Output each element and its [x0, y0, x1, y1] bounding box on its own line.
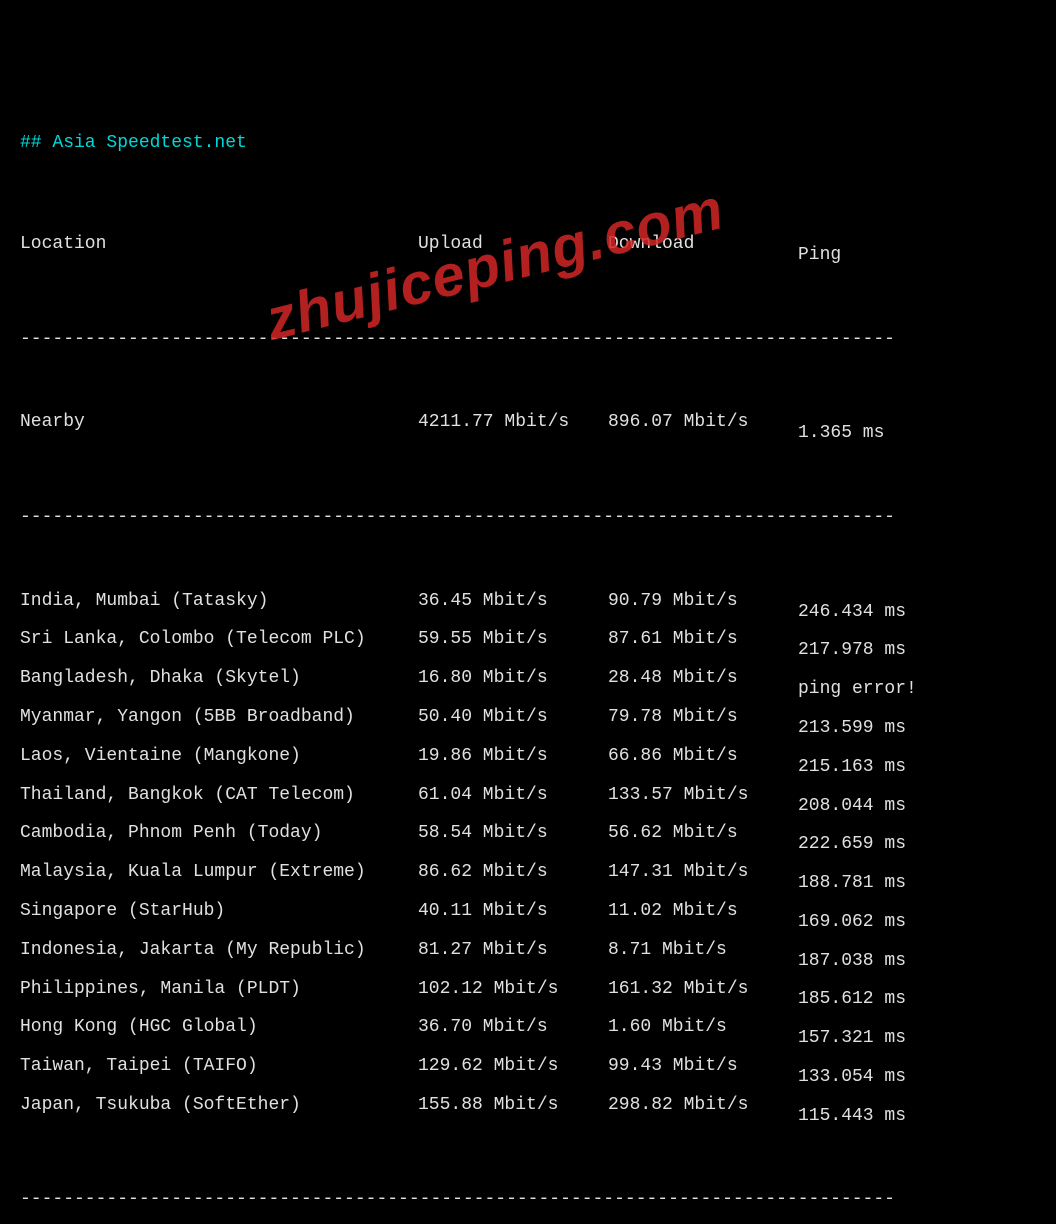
table-row: Philippines, Manila (PLDT)102.12 Mbit/s1…: [20, 976, 1036, 1015]
table-row: Cambodia, Phnom Penh (Today)58.54 Mbit/s…: [20, 820, 1036, 859]
cell-ping: 217.978 ms: [798, 637, 906, 665]
cell-upload: 86.62 Mbit/s: [418, 859, 608, 887]
table-row: India, Mumbai (Tatasky)36.45 Mbit/s90.79…: [20, 588, 1036, 627]
cell-download: 56.62 Mbit/s: [608, 820, 798, 848]
header-download: Download: [608, 231, 798, 259]
cell-ping: 213.599 ms: [798, 715, 906, 743]
cell-download: 66.86 Mbit/s: [608, 743, 798, 771]
divider-line: ----------------------------------------…: [20, 326, 1036, 354]
cell-location: Thailand, Bangkok (CAT Telecom): [20, 782, 418, 810]
cell-download: 11.02 Mbit/s: [608, 898, 798, 926]
cell-location: Japan, Tsukuba (SoftEther): [20, 1092, 418, 1120]
table-row: Laos, Vientaine (Mangkone)19.86 Mbit/s66…: [20, 743, 1036, 782]
table-row: Indonesia, Jakarta (My Republic)81.27 Mb…: [20, 937, 1036, 976]
cell-ping: 133.054 ms: [798, 1064, 906, 1092]
cell-ping: 222.659 ms: [798, 831, 906, 859]
cell-location: Taiwan, Taipei (TAIFO): [20, 1053, 418, 1081]
header-ping: Ping: [798, 242, 841, 270]
cell-upload: 81.27 Mbit/s: [418, 937, 608, 965]
divider-line: ----------------------------------------…: [20, 1186, 1036, 1214]
table-row: Singapore (StarHub)40.11 Mbit/s11.02 Mbi…: [20, 898, 1036, 937]
nearby-download: 896.07 Mbit/s: [608, 409, 798, 437]
cell-download: 90.79 Mbit/s: [608, 588, 798, 616]
cell-location: Singapore (StarHub): [20, 898, 418, 926]
table-row: Thailand, Bangkok (CAT Telecom)61.04 Mbi…: [20, 782, 1036, 821]
section-title: ## Asia Speedtest.net: [20, 130, 1036, 158]
table-row: Taiwan, Taipei (TAIFO)129.62 Mbit/s99.43…: [20, 1053, 1036, 1092]
cell-location: Malaysia, Kuala Lumpur (Extreme): [20, 859, 418, 887]
cell-ping: 187.038 ms: [798, 948, 906, 976]
cell-location: Laos, Vientaine (Mangkone): [20, 743, 418, 771]
cell-ping: 169.062 ms: [798, 909, 906, 937]
cell-ping: 157.321 ms: [798, 1025, 906, 1053]
table-row: Malaysia, Kuala Lumpur (Extreme)86.62 Mb…: [20, 859, 1036, 898]
cell-location: Sri Lanka, Colombo (Telecom PLC): [20, 626, 418, 654]
cell-location: Cambodia, Phnom Penh (Today): [20, 820, 418, 848]
cell-upload: 61.04 Mbit/s: [418, 782, 608, 810]
nearby-row: Nearby4211.77 Mbit/s896.07 Mbit/s1.365 m…: [20, 409, 1036, 448]
table-row: Hong Kong (HGC Global)36.70 Mbit/s1.60 M…: [20, 1014, 1036, 1053]
cell-download: 99.43 Mbit/s: [608, 1053, 798, 1081]
nearby-location: Nearby: [20, 409, 418, 437]
cell-upload: 40.11 Mbit/s: [418, 898, 608, 926]
cell-upload: 16.80 Mbit/s: [418, 665, 608, 693]
cell-location: Hong Kong (HGC Global): [20, 1014, 418, 1042]
nearby-ping: 1.365 ms: [798, 420, 884, 448]
cell-ping: 185.612 ms: [798, 986, 906, 1014]
cell-download: 133.57 Mbit/s: [608, 782, 798, 810]
cell-ping: 215.163 ms: [798, 754, 906, 782]
nearby-upload: 4211.77 Mbit/s: [418, 409, 608, 437]
table-row: Bangladesh, Dhaka (Skytel)16.80 Mbit/s28…: [20, 665, 1036, 704]
results-list: India, Mumbai (Tatasky)36.45 Mbit/s90.79…: [20, 588, 1036, 1131]
divider-line: ----------------------------------------…: [20, 504, 1036, 532]
header-upload: Upload: [418, 231, 608, 259]
table-header-row: LocationUploadDownloadPing: [20, 231, 1036, 270]
cell-download: 87.61 Mbit/s: [608, 626, 798, 654]
cell-download: 161.32 Mbit/s: [608, 976, 798, 1004]
cell-upload: 102.12 Mbit/s: [418, 976, 608, 1004]
cell-upload: 155.88 Mbit/s: [418, 1092, 608, 1120]
cell-ping: 115.443 ms: [798, 1103, 906, 1131]
cell-download: 147.31 Mbit/s: [608, 859, 798, 887]
header-location: Location: [20, 231, 418, 259]
cell-location: Philippines, Manila (PLDT): [20, 976, 418, 1004]
cell-upload: 129.62 Mbit/s: [418, 1053, 608, 1081]
cell-upload: 58.54 Mbit/s: [418, 820, 608, 848]
cell-ping: 208.044 ms: [798, 793, 906, 821]
cell-ping: 246.434 ms: [798, 599, 906, 627]
cell-upload: 36.70 Mbit/s: [418, 1014, 608, 1042]
cell-download: 8.71 Mbit/s: [608, 937, 798, 965]
table-row: Japan, Tsukuba (SoftEther)155.88 Mbit/s2…: [20, 1092, 1036, 1131]
table-row: Sri Lanka, Colombo (Telecom PLC)59.55 Mb…: [20, 626, 1036, 665]
cell-ping: ping error!: [798, 676, 917, 704]
cell-download: 1.60 Mbit/s: [608, 1014, 798, 1042]
cell-download: 298.82 Mbit/s: [608, 1092, 798, 1120]
cell-location: Bangladesh, Dhaka (Skytel): [20, 665, 418, 693]
cell-download: 28.48 Mbit/s: [608, 665, 798, 693]
cell-location: Indonesia, Jakarta (My Republic): [20, 937, 418, 965]
cell-upload: 19.86 Mbit/s: [418, 743, 608, 771]
cell-location: India, Mumbai (Tatasky): [20, 588, 418, 616]
cell-location: Myanmar, Yangon (5BB Broadband): [20, 704, 418, 732]
cell-download: 79.78 Mbit/s: [608, 704, 798, 732]
table-row: Myanmar, Yangon (5BB Broadband)50.40 Mbi…: [20, 704, 1036, 743]
cell-upload: 50.40 Mbit/s: [418, 704, 608, 732]
cell-upload: 59.55 Mbit/s: [418, 626, 608, 654]
cell-ping: 188.781 ms: [798, 870, 906, 898]
cell-upload: 36.45 Mbit/s: [418, 588, 608, 616]
